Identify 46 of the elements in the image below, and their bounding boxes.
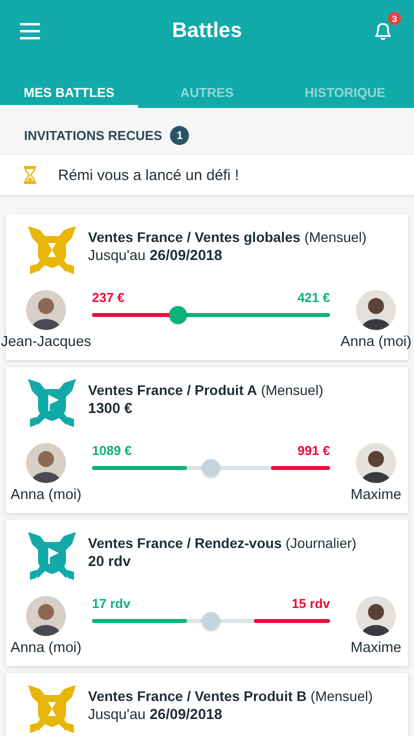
bell-icon[interactable] (372, 20, 394, 42)
slider-thumb (168, 306, 187, 324)
deadline-date: 26/09/2018 (150, 248, 222, 264)
player-score: 237 € (92, 290, 125, 305)
player-score: 421 € (297, 290, 330, 305)
hourglass-shield-icon (26, 683, 78, 735)
battle-card[interactable]: Ventes France / Produit A (Mensuel) 1300 € Anna (moi) 1089 € 991 € Maxime (6, 367, 408, 513)
flag-shield-icon (26, 377, 78, 429)
avatar-icon (26, 596, 66, 636)
deadline-label: Jusqu'au (88, 248, 146, 264)
battle-goal: 1300 € (88, 401, 132, 417)
player-name: Maxime (350, 487, 402, 503)
notification-badge: 3 (388, 12, 401, 25)
battle-card[interactable]: Ventes France / Rendez-vous (Journalier) 20 rdv Anna (moi) 17 rdv 15 rdv Maxime (6, 520, 408, 666)
count-badge: 1 (170, 126, 190, 145)
deadline-date: 26/09/2018 (150, 707, 222, 723)
section-heading: INVITATIONS RECUES (24, 128, 162, 143)
invitation-text: Rémi vous a lancé un défi ! (58, 166, 239, 184)
page-title: Battles (172, 19, 242, 43)
avatar-icon (26, 290, 66, 330)
slider-thumb (202, 459, 220, 477)
avatar-icon (26, 443, 66, 483)
player-score: 991 € (297, 443, 330, 458)
battle-title: Ventes France / Rendez-vous (Journalier) (88, 535, 356, 551)
hourglass-icon (24, 166, 36, 184)
battle-title: Ventes France / Produit A (Mensuel) (88, 382, 324, 398)
deadline-label: Jusqu'au (88, 707, 146, 723)
hourglass-shield-icon (26, 224, 78, 276)
player-name: Maxime (350, 640, 402, 656)
player-score: 1089 € (92, 443, 132, 458)
avatar-icon (356, 290, 396, 330)
player-name: Anna (moi) (10, 640, 82, 656)
slider-thumb (202, 612, 220, 630)
player-name: Anna (moi) (10, 487, 82, 503)
battle-title: Ventes France / Ventes globales (Mensuel) (88, 229, 367, 245)
player-score: 17 rdv (92, 596, 130, 611)
battle-title: Ventes France / Ventes Produit B (Mensuel) (88, 688, 373, 704)
battle-card[interactable]: Ventes France / Ventes Produit B (Mensuel) Jusqu'au 26/09/2018 (6, 673, 408, 736)
battle-goal: 20 rdv (88, 554, 131, 570)
flag-shield-icon (26, 530, 78, 582)
menu-icon[interactable] (20, 22, 42, 40)
player-score: 15 rdv (292, 596, 330, 611)
avatar-icon (356, 443, 396, 483)
avatar-icon (356, 596, 396, 636)
invitation-item[interactable]: Rémi vous a lancé un défi ! (0, 155, 414, 195)
player-name: Jean-Jacques (0, 334, 92, 350)
